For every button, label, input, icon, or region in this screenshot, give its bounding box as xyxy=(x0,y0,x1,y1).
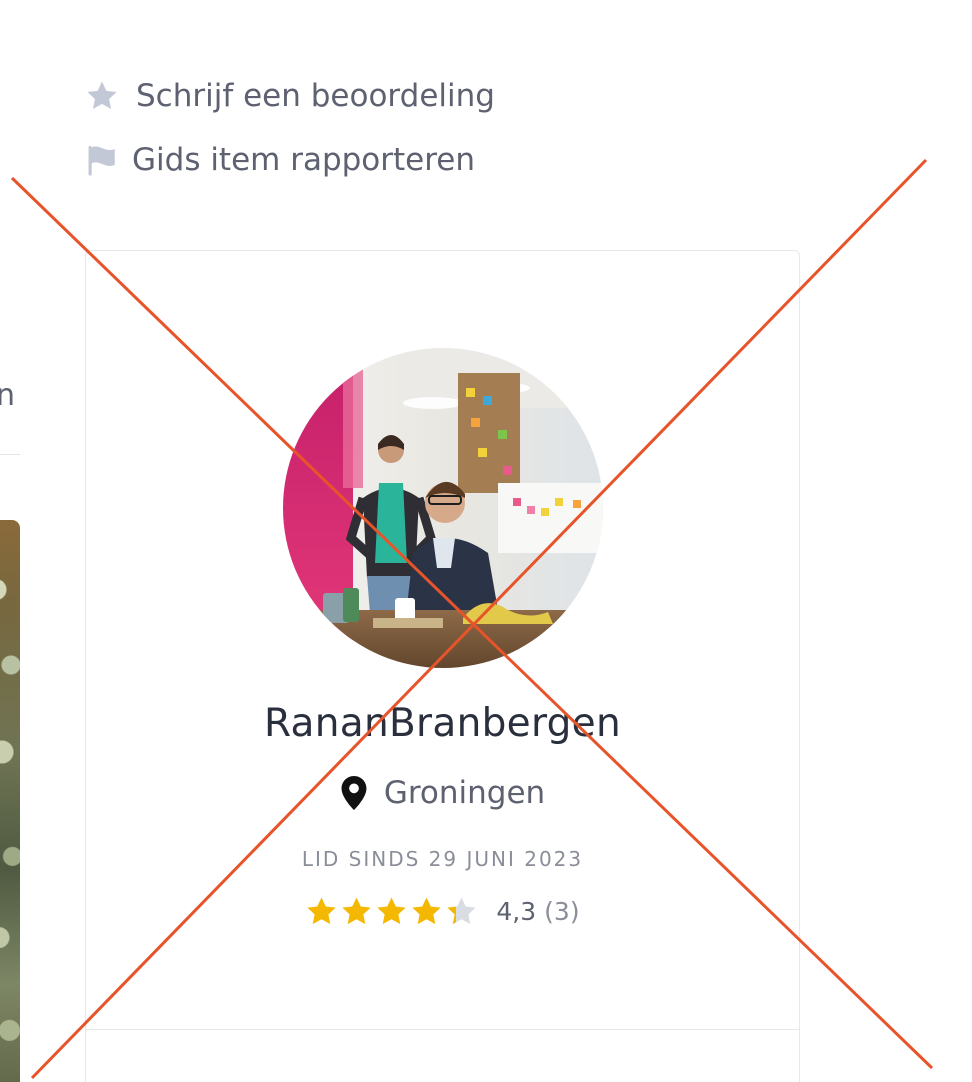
write-review-link[interactable]: Schrijf een beoordeling xyxy=(84,78,495,114)
location-label: Groningen xyxy=(383,775,546,811)
page: Schrijf een beoordeling Gids item rappor… xyxy=(0,0,972,1082)
rating-star-icon xyxy=(307,897,337,925)
avatar-photo xyxy=(283,348,603,668)
profile-location: Groningen xyxy=(86,775,799,811)
rating-star-icon xyxy=(377,897,407,925)
report-guide-item-label: Gids item rapporteren xyxy=(132,142,476,178)
write-review-label: Schrijf een beoordeling xyxy=(136,78,495,114)
profile-card: RananBranbergen Groningen LID SINDS 29 J… xyxy=(85,250,800,1082)
rating-count: (3) xyxy=(544,897,580,926)
left-column-partial-text: n xyxy=(0,378,16,413)
rating-star-icon xyxy=(342,897,372,925)
flag-icon xyxy=(84,142,120,178)
member-since-label: LID SINDS 29 JUNI 2023 xyxy=(301,847,584,871)
profile-avatar[interactable] xyxy=(283,348,603,668)
rating-stars xyxy=(305,895,478,928)
rating-star-icon xyxy=(412,897,442,925)
rating-value: 4,3 xyxy=(496,897,537,926)
profile-rating: 4,3 (3) xyxy=(86,895,799,928)
star-icon xyxy=(84,78,120,114)
map-pin-icon xyxy=(340,776,368,810)
report-guide-item-link[interactable]: Gids item rapporteren xyxy=(84,142,475,178)
rating-star-icon xyxy=(447,897,477,925)
left-column-divider xyxy=(0,454,20,455)
card-divider xyxy=(86,1029,799,1030)
left-column-image[interactable] xyxy=(0,520,20,1082)
profile-username[interactable]: RananBranbergen xyxy=(86,701,799,746)
